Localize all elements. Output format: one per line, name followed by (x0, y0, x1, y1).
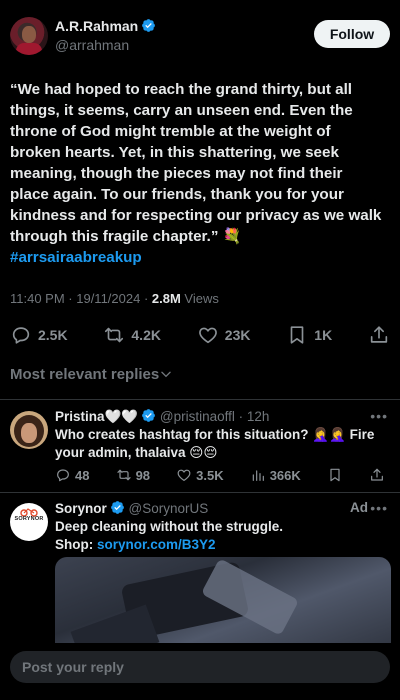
views-count: 2.8M (151, 291, 181, 306)
reply-time[interactable]: · 12h (239, 409, 270, 424)
repost-icon (105, 327, 124, 343)
verified-badge-icon (142, 19, 156, 32)
reply-icon (12, 327, 30, 344)
tweet-header: A.R.Rahman @arrahman Follow (10, 17, 390, 59)
share-button[interactable] (369, 467, 385, 483)
avatar[interactable] (10, 411, 48, 449)
ad-author-name[interactable]: Sorynor (55, 501, 107, 516)
ad-label: Ad (350, 500, 368, 515)
tweet-action-bar: 2.5K 4.2K 23K 1K (10, 322, 390, 348)
hashtag-link[interactable]: #arrsairaabreakup (10, 249, 142, 266)
sort-replies-dropdown[interactable]: Most relevant replies (10, 366, 173, 383)
ad-shop-label: Shop: (55, 537, 97, 552)
like-button[interactable]: 3.5K (176, 467, 224, 483)
chevron-down-icon (161, 371, 171, 378)
ad-text: Deep cleaning without the struggle. Shop… (55, 518, 385, 554)
ad-body: Deep cleaning without the struggle. (55, 519, 284, 534)
reply-text: Who creates hashtag for this situation? … (55, 427, 375, 460)
reply-action-bar: 48 98 3.5K 366K (55, 467, 385, 483)
share-icon (371, 468, 383, 481)
ad-item[interactable]: SORYNOR Sorynor @SorynorUS Ad ••• Deep c… (0, 493, 400, 657)
reply-header: Pristina🤍🤍 @pristinaoffl · 12h (55, 408, 269, 425)
reply-composer-bar (0, 643, 400, 700)
reply-icon (57, 469, 69, 482)
reply-author-handle[interactable]: @pristinaoffl (160, 409, 235, 424)
heart-icon (198, 327, 217, 344)
tweet-text: “We had hoped to reach the grand thirty,… (10, 79, 382, 268)
author-name[interactable]: A.R.Rahman (55, 18, 156, 34)
ad-shop-link[interactable]: sorynor.com/B3Y2 (97, 537, 216, 552)
like-button[interactable]: 23K (197, 324, 250, 346)
more-icon[interactable]: ••• (370, 408, 388, 424)
more-icon[interactable]: ••• (370, 500, 388, 516)
author-handle[interactable]: @arrahman (55, 37, 129, 53)
ad-header: Sorynor @SorynorUS (55, 500, 208, 516)
heart-icon (177, 469, 191, 481)
views-icon (252, 470, 264, 481)
share-button[interactable] (368, 324, 390, 346)
reply-button[interactable]: 48 (55, 467, 89, 483)
reply-input[interactable] (10, 651, 390, 683)
bookmark-icon (330, 468, 340, 482)
repost-icon (116, 469, 131, 481)
views-label: Views (180, 291, 219, 306)
avatar[interactable] (10, 17, 48, 55)
verified-badge-icon (142, 409, 156, 422)
reply-author-name[interactable]: Pristina🤍🤍 (55, 409, 138, 424)
verified-badge-icon (110, 501, 124, 514)
bookmark-icon (290, 326, 304, 344)
follow-button[interactable]: Follow (314, 20, 390, 48)
ad-author-handle[interactable]: @SorynorUS (129, 501, 209, 516)
ad-logo-text: SORYNOR (14, 516, 44, 522)
repost-button[interactable]: 4.2K (103, 324, 161, 346)
repost-button[interactable]: 98 (116, 467, 150, 483)
tweet-meta: 11:40 PM · 19/11/2024 · 2.8M Views (10, 291, 219, 306)
bookmark-button[interactable] (327, 467, 343, 483)
share-icon (370, 326, 388, 343)
reply-item[interactable]: Pristina🤍🤍 @pristinaoffl · 12h ••• Who c… (0, 401, 400, 491)
tweet-body: “We had hoped to reach the grand thirty,… (10, 81, 382, 245)
views-button[interactable]: 366K (250, 467, 301, 483)
bookmark-button[interactable]: 1K (286, 324, 332, 346)
avatar[interactable]: SORYNOR (10, 503, 48, 541)
reply-button[interactable]: 2.5K (10, 324, 68, 346)
timestamp[interactable]: 11:40 PM · 19/11/2024 · (10, 291, 152, 306)
divider (0, 399, 400, 400)
ad-media[interactable] (55, 557, 391, 657)
